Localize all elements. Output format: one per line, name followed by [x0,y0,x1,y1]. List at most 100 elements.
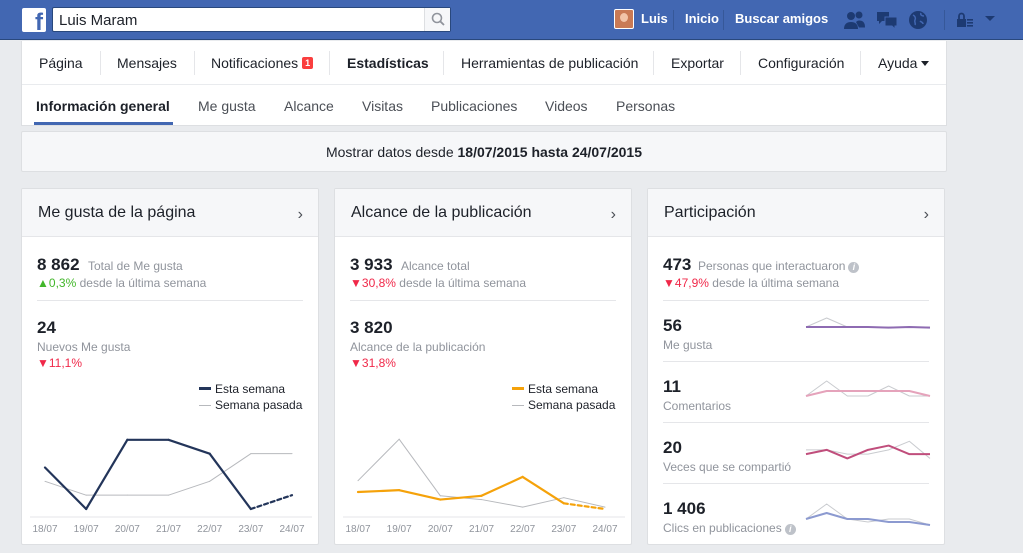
likes-sparkline [805,317,931,329]
home-link[interactable]: Inicio [685,11,719,26]
tab-publishing-tools[interactable]: Herramientas de publicación [461,55,638,71]
divider [663,483,929,484]
triangle-down-icon: ▼ [350,356,362,370]
change-percent: 31,8% [361,356,396,370]
comments-label: Comentarios [663,399,732,413]
date-range-prefix: Mostrar datos desde [325,144,454,160]
this-week-sparkline [805,390,931,397]
last-week-line-segment [168,480,211,496]
last-week-line-segment [209,453,252,482]
post-reach-value: 3 820 [350,318,393,337]
new-likes-value: 24 [37,318,56,337]
tab-notifications-label: Notificaciones [211,55,299,71]
divider [663,300,929,301]
notifications-globe-icon[interactable] [907,9,929,31]
this-week-sparkline [805,512,931,526]
x-tick-label: 22/07 [510,524,535,535]
subtab-people[interactable]: Personas [616,98,675,114]
card-header[interactable]: Participación › [648,189,944,237]
avatar[interactable] [614,9,634,29]
reach-line-chart: 18/07 19/07 20/07 21/07 22/07 23/07 24/07 [343,438,625,535]
this-week-line-segment [43,466,88,511]
card-title: Me gusta de la página [38,204,196,221]
engaged-people-label: Personas que interactuaron i [698,259,860,273]
find-friends-link[interactable]: Buscar amigos [735,11,828,26]
x-tick-label: 20/07 [428,524,453,535]
x-tick-label: 21/07 [469,524,494,535]
x-tick-label: 23/07 [238,524,263,535]
messages-icon[interactable] [875,9,899,31]
tab-help-label: Ayuda [878,55,918,71]
post-clicks-value: 1 406 [663,499,706,518]
date-range-bar[interactable]: Mostrar datos desde 18/07/2015 hasta 24/… [21,131,947,172]
tab-notifications[interactable]: Notificaciones 1 [211,55,314,71]
this-week-line-segment [167,438,211,455]
search-input[interactable] [59,11,419,29]
post-reach-card: Alcance de la publicación › 3 933 Alcanc… [334,188,632,545]
chevron-right-icon[interactable]: › [924,206,929,224]
divider [860,51,861,75]
subtab-videos[interactable]: Videos [545,98,588,114]
label-text: Clics en publicaciones [663,521,782,535]
this-week-line-segment [398,489,442,501]
info-icon[interactable]: i [848,262,860,273]
divider [350,300,616,301]
subtab-posts[interactable]: Publicaciones [431,98,517,114]
likes-value: 56 [663,316,682,335]
search-icon [431,12,445,26]
x-tick-label: 19/07 [74,524,99,535]
subtab-likes[interactable]: Me gusta [198,98,256,114]
tab-help[interactable]: Ayuda [878,55,930,71]
triangle-down-icon: ▼ [37,356,49,370]
total-likes-value: 8 862 [37,255,80,274]
x-tick-label: 20/07 [115,524,140,535]
tab-page[interactable]: Página [39,55,83,71]
chevron-right-icon[interactable]: › [298,206,303,224]
card-header[interactable]: Alcance de la publicación › [335,189,631,237]
subtab-reach[interactable]: Alcance [284,98,334,114]
card-header[interactable]: Me gusta de la página › [22,189,318,237]
friend-requests-icon[interactable] [843,9,867,31]
search-box[interactable] [52,7,451,32]
account-menu-chevron-down-icon[interactable] [983,14,997,24]
last-week-line-segment [398,438,441,497]
chevron-right-icon[interactable]: › [611,206,616,224]
triangle-up-icon: ▲ [37,276,49,290]
divider [723,10,724,30]
divider [944,10,945,30]
total-likes-label: Total de Me gusta [88,259,183,273]
profile-link[interactable]: Luis [641,11,668,26]
info-icon[interactable]: i [784,524,796,535]
x-tick-label: 24/07 [592,524,617,535]
x-tick-label: 19/07 [387,524,412,535]
date-to: 24/07/2015 [571,144,643,160]
subtab-overview[interactable]: Información general [36,98,170,114]
tab-export[interactable]: Exportar [671,55,724,71]
post-reach-label: Alcance de la publicación [350,340,486,354]
divider [37,300,303,301]
this-week-line-segment [85,438,129,511]
search-button[interactable] [424,8,450,31]
this-week-line-segment [480,475,524,497]
tab-settings[interactable]: Configuración [758,55,844,71]
legend-label: Esta semana [528,382,599,396]
tab-messages[interactable]: Mensajes [117,55,177,71]
label-text: Personas que interactuaron [698,259,846,273]
subtab-visits[interactable]: Visitas [362,98,403,114]
new-likes-change: ▼11,1% [37,356,82,370]
total-likes-change: ▲0,3% desde la última semana [37,276,206,290]
engaged-people-change: ▼47,9% desde la última semana [663,276,839,290]
divider [443,51,444,75]
likes-label: Me gusta [663,338,713,352]
date-from: 18/07/2015 [457,144,528,160]
this-week-line-segment [208,452,252,511]
divider [653,51,654,75]
facebook-logo[interactable]: f [22,8,46,35]
tab-statistics[interactable]: Estadísticas [347,55,429,71]
change-percent: 30,8% [361,276,396,290]
change-suffix: desde la última semana [712,276,840,290]
engaged-people-value: 473 [663,255,692,274]
privacy-lock-icon[interactable] [954,9,976,31]
divider [329,51,330,75]
x-tick-label: 22/07 [197,524,222,535]
